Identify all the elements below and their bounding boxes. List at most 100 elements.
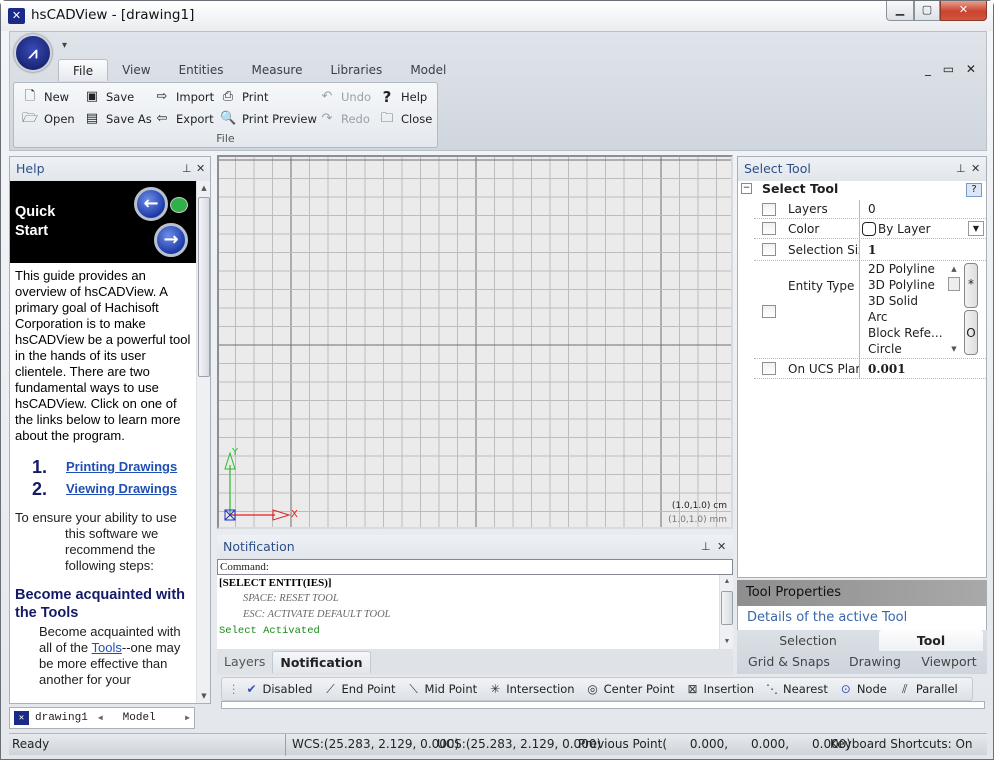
selection-size-value[interactable]: 1 (860, 239, 986, 260)
tab-model[interactable]: Model (396, 59, 460, 81)
save-button[interactable]: ▣ Save (84, 89, 134, 105)
minimize-button[interactable]: ▁ (886, 1, 914, 21)
node-icon: ⊙ (840, 682, 851, 696)
print-button[interactable]: ⎙ Print (220, 89, 269, 105)
tab-viewport[interactable]: Viewport (917, 651, 981, 672)
redo-button[interactable]: ↷ Redo (319, 111, 370, 127)
entity-type-list[interactable]: 2D Polyline 3D Polyline 3D Solid Arc Blo… (860, 261, 986, 358)
layout-tab-model[interactable]: Model (123, 712, 156, 724)
chevron-down-icon[interactable]: ▼ (968, 221, 984, 236)
scroll-thumb[interactable] (721, 591, 733, 625)
color-swatch (862, 221, 876, 236)
tab-scroll-left-icon[interactable]: ◀ (98, 713, 103, 723)
log-scrollbar[interactable]: ▲ ▼ (719, 575, 733, 649)
tab-drawing[interactable]: Drawing (843, 651, 907, 672)
toolbar-grip-icon[interactable]: ⋮ (228, 682, 240, 696)
status-previous-point: Previous Point( 0.000, 0.000, 0.000) (578, 737, 852, 751)
close-icon[interactable]: ✕ (196, 157, 205, 181)
undo-button[interactable]: ↶ Undo (319, 89, 372, 105)
minimize-icon: ▁ (895, 3, 905, 16)
printing-drawings-link[interactable]: Printing Drawings (66, 456, 177, 478)
pin-icon[interactable]: ⊥ (182, 157, 192, 181)
tab-view[interactable]: View (108, 59, 164, 81)
help-step-text: Become acquainted with all of the Tools-… (39, 624, 181, 687)
end-point-icon: ⟋ (326, 681, 335, 696)
back-arrow-icon[interactable]: ← (134, 187, 168, 221)
selection-size-checkbox[interactable] (762, 243, 776, 256)
tools-link[interactable]: Tools (92, 640, 122, 655)
help-scrollbar[interactable]: ▲ ▼ (196, 181, 210, 703)
save-as-disk-icon: ▤ (85, 111, 99, 126)
document-tab-drawing1[interactable]: drawing1 (35, 712, 88, 724)
select-none-types-button[interactable]: O (964, 310, 978, 355)
drawing-canvas[interactable]: Y X (1.0,1.0) cm (1.0,1.0) mm (217, 155, 733, 529)
tab-grid-snaps[interactable]: Grid & Snaps (743, 651, 835, 672)
tab-scroll-right-icon[interactable]: ▶ (185, 713, 190, 723)
maximize-button[interactable]: ▢ (914, 1, 940, 21)
print-preview-icon: 🔍 (220, 111, 237, 126)
print-preview-button[interactable]: 🔍 Print Preview (220, 111, 317, 127)
layers-value[interactable]: 0 (860, 200, 986, 218)
snap-center-point[interactable]: ◎ Center Point (585, 682, 674, 696)
mdi-controls[interactable]: _ ▭ ✕ (925, 62, 980, 76)
layers-checkbox[interactable] (762, 203, 776, 216)
tab-selection[interactable]: Selection (737, 630, 879, 651)
help-button[interactable]: ? Help (379, 88, 428, 106)
document-tabs: ✕ drawing1 ◀ Model ▶ (9, 707, 195, 729)
scroll-down-icon[interactable]: ▼ (720, 635, 733, 649)
close-button[interactable]: ✕ (940, 1, 987, 21)
snap-intersection[interactable]: ✳ Intersection (487, 682, 574, 696)
tab-libraries[interactable]: Libraries (316, 59, 396, 81)
select-all-types-button[interactable]: * (964, 263, 978, 308)
viewing-drawings-link[interactable]: Viewing Drawings (66, 478, 177, 500)
color-checkbox[interactable] (762, 222, 776, 235)
scroll-thumb[interactable] (198, 197, 210, 377)
close-icon[interactable]: ✕ (971, 157, 980, 181)
scale-mm: (1.0,1.0) mm (668, 515, 727, 525)
application-menu-button[interactable]: ⩘ (14, 34, 52, 72)
command-input[interactable]: Command: (217, 559, 733, 575)
color-dropdown[interactable]: By Layer ▼ (860, 219, 986, 238)
hscadview-logo-icon[interactable]: ✕ (8, 8, 25, 24)
tab-notification[interactable]: Notification (272, 651, 371, 673)
save-as-button[interactable]: ▤ Save As (84, 111, 152, 127)
collapse-icon[interactable]: − (741, 183, 752, 194)
scroll-down-icon[interactable]: ▼ (197, 689, 211, 703)
scroll-up-icon[interactable]: ▲ (197, 181, 211, 195)
parallel-icon: ⫽ (902, 681, 908, 696)
entity-type-checkbox[interactable] (762, 305, 776, 318)
on-ucs-plane-value[interactable]: 0.001 (860, 359, 986, 378)
close-icon[interactable]: ✕ (717, 535, 726, 559)
new-button[interactable]: 🗋 New (22, 89, 69, 105)
snap-end-point[interactable]: ⟋ End Point (322, 682, 395, 697)
pin-icon[interactable]: ⊥ (956, 157, 966, 181)
question-mark-icon: ? (382, 88, 392, 106)
scale-cm: (1.0,1.0) cm (671, 501, 727, 511)
status-bar: Ready WCS:(25.283, 2.129, 0.000) UCS:(25… (9, 733, 987, 756)
tab-entities[interactable]: Entities (165, 59, 238, 81)
insertion-icon: ⊠ (687, 682, 698, 696)
entity-list-scrollbar[interactable]: ▲ ▼ (948, 261, 960, 357)
home-icon[interactable] (170, 197, 188, 213)
close-doc-button[interactable]: 🗀 Close (379, 111, 432, 127)
snap-insertion[interactable]: ⊠ Insertion (685, 682, 755, 696)
tab-file[interactable]: File (58, 59, 109, 81)
snap-mid-point[interactable]: ⟍ Mid Point (406, 682, 477, 697)
snap-disabled[interactable]: ✔ Disabled (244, 682, 312, 696)
import-button[interactable]: ⇨ Import (154, 89, 215, 105)
snap-nearest[interactable]: ⋱ Nearest (764, 682, 828, 696)
export-button[interactable]: ⇦ Export (154, 111, 214, 127)
snap-parallel[interactable]: ⫽ Parallel (897, 682, 958, 697)
snap-node[interactable]: ⊙ Node (838, 682, 887, 696)
forward-arrow-icon[interactable]: → (154, 223, 188, 257)
tab-measure[interactable]: Measure (237, 59, 316, 81)
help-panel: Help ⊥ ✕ Quick Start ← → This guide provi… (9, 156, 211, 704)
scroll-up-icon[interactable]: ▲ (720, 575, 733, 589)
tab-tool[interactable]: Tool (879, 630, 983, 651)
on-ucs-plane-checkbox[interactable] (762, 362, 776, 375)
pin-icon[interactable]: ⊥ (701, 535, 711, 559)
help-question-icon[interactable]: ? (966, 183, 982, 197)
tab-layers[interactable]: Layers (217, 651, 272, 673)
quick-access-dropdown[interactable]: ▾ (62, 40, 67, 51)
open-button[interactable]: 🗁 Open (22, 111, 75, 127)
